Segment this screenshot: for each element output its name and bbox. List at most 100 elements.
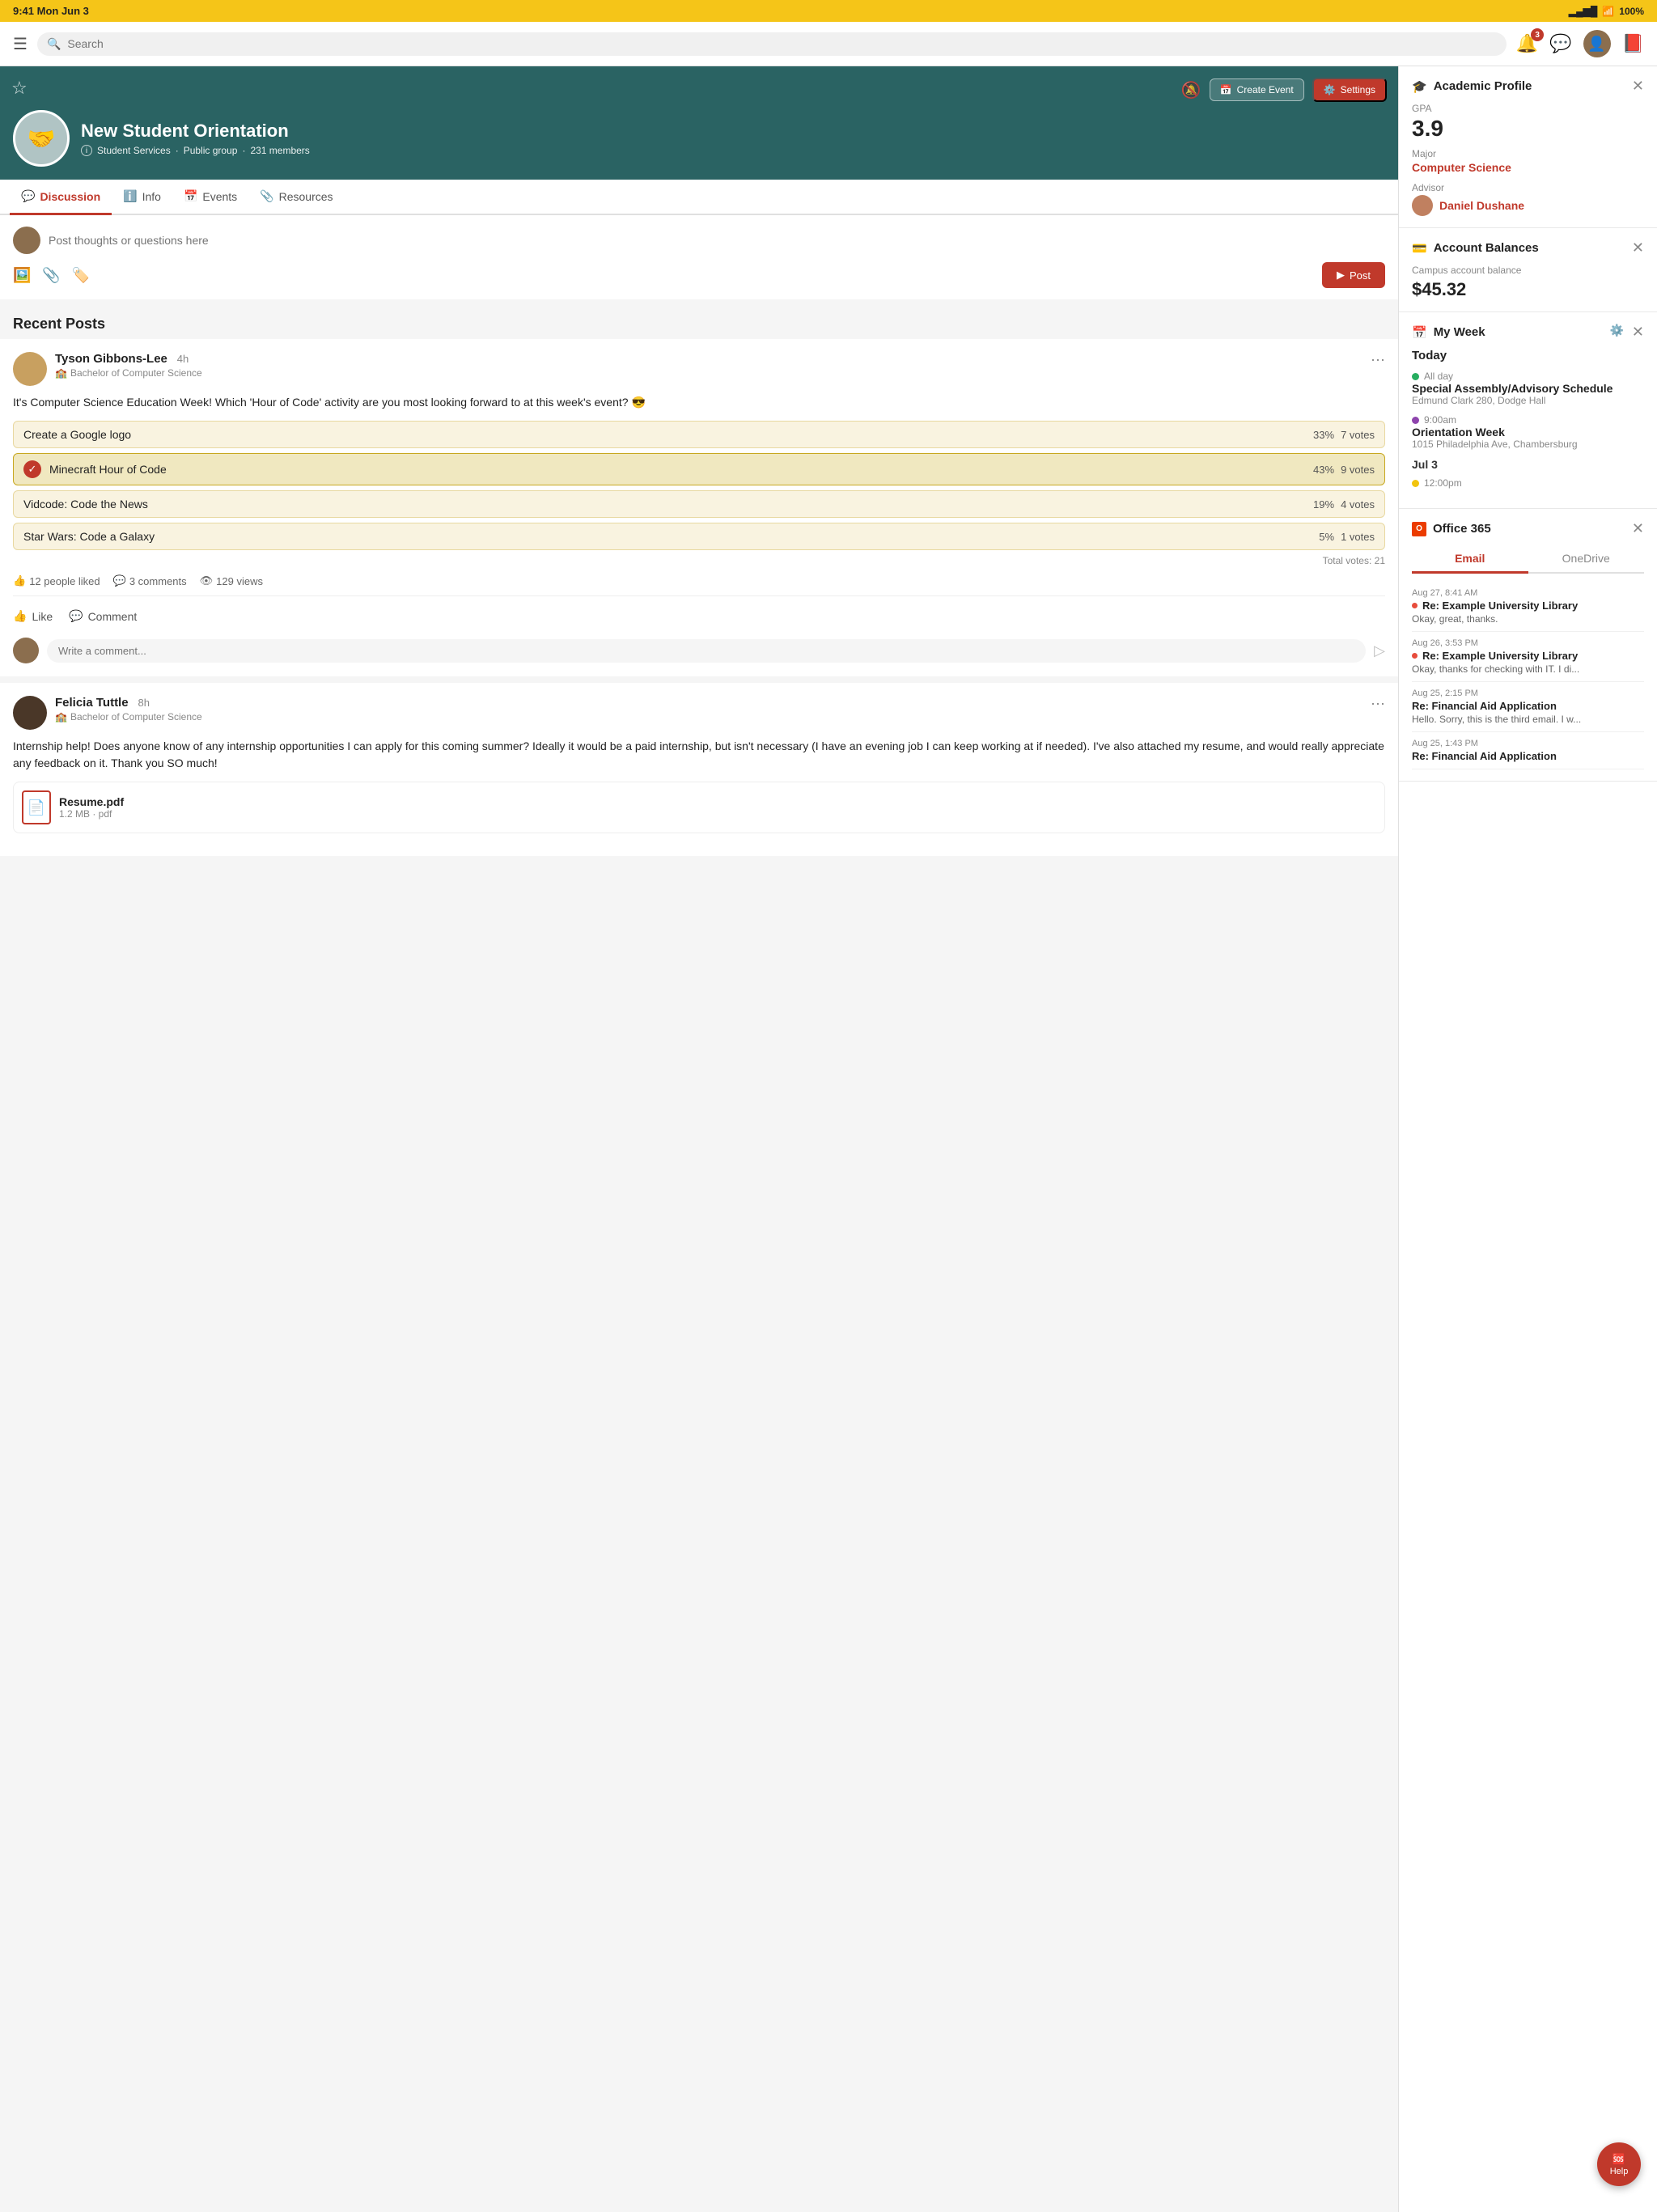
today-label: Today <box>1412 349 1644 362</box>
post-more-button[interactable]: ⋯ <box>1371 352 1385 369</box>
like-icon: 👍 <box>13 574 26 587</box>
poster-name: Felicia Tuttle <box>55 696 129 710</box>
poll-option[interactable]: Vidcode: Code the News 19% 4 votes <box>13 490 1385 518</box>
calendar-week-icon: 📅 <box>1412 325 1427 340</box>
like-button[interactable]: 👍 Like <box>13 609 53 623</box>
post-attachment[interactable]: 📄 Resume.pdf 1.2 MB · pdf <box>13 782 1385 833</box>
post-time: 8h <box>138 697 149 709</box>
favorite-icon[interactable]: ☆ <box>11 78 28 99</box>
widget-close-button[interactable]: ✕ <box>1632 78 1644 95</box>
event-time: All day <box>1412 371 1644 382</box>
post-actions-row: 🖼️ 📎 🏷️ ▶ Post <box>13 262 1385 288</box>
pdf-icon: 📄 <box>22 790 51 824</box>
status-time: 9:41 Mon Jun 3 <box>13 5 89 17</box>
widget-title: 🎓 Academic Profile <box>1412 79 1532 94</box>
email-date: Aug 25, 1:43 PM <box>1412 739 1644 748</box>
widget-close-button[interactable]: ✕ <box>1632 520 1644 537</box>
create-event-button[interactable]: 📅 Create Event <box>1210 78 1304 101</box>
notification-bell[interactable]: 🔔 3 <box>1516 33 1538 54</box>
group-title-block: New Student Orientation i Student Servic… <box>81 121 310 156</box>
send-icon: ▶ <box>1337 269 1345 282</box>
attachment-icon[interactable]: 📎 <box>42 267 60 284</box>
badge-icon: 🏫 <box>55 711 67 723</box>
post-input[interactable] <box>49 234 1385 247</box>
views-count: 👁 129 views <box>200 574 263 587</box>
tab-onedrive[interactable]: OneDrive <box>1528 545 1645 574</box>
poll-option[interactable]: Star Wars: Code a Galaxy 5% 1 votes <box>13 523 1385 550</box>
event-dot-purple <box>1412 417 1419 424</box>
week-settings-icon[interactable]: ⚙️ <box>1609 324 1623 341</box>
email-item[interactable]: Aug 25, 1:43 PM Re: Financial Aid Applic… <box>1412 732 1644 769</box>
comments-count: 💬 3 comments <box>113 574 187 587</box>
tab-events[interactable]: 📅 Events <box>172 180 248 215</box>
post-box: 🖼️ 📎 🏷️ ▶ Post <box>0 215 1398 299</box>
events-icon: 📅 <box>184 189 197 203</box>
email-preview: Okay, great, thanks. <box>1412 613 1644 625</box>
group-members: 231 members <box>250 145 309 156</box>
search-box[interactable]: 🔍 <box>37 32 1507 56</box>
file-name: Resume.pdf <box>59 795 124 808</box>
balance-value: $45.32 <box>1412 279 1644 300</box>
email-subject: Re: Example University Library <box>1412 650 1644 662</box>
tab-resources[interactable]: 📎 Resources <box>248 180 344 215</box>
event-location: Edmund Clark 280, Dodge Hall <box>1412 395 1644 406</box>
widget-title: O Office 365 <box>1412 522 1491 536</box>
wifi-icon: 📶 <box>1602 6 1614 17</box>
search-input[interactable] <box>67 37 1496 50</box>
hamburger-menu[interactable]: ☰ <box>13 34 28 54</box>
group-avatar: 🤝 <box>13 110 70 167</box>
academic-icon: 🎓 <box>1412 79 1427 94</box>
event-name: Orientation Week <box>1412 426 1644 439</box>
email-date: Aug 25, 2:15 PM <box>1412 689 1644 698</box>
group-tabs: 💬 Discussion ℹ️ Info 📅 Events 📎 Resource… <box>0 180 1398 215</box>
event-item: 12:00pm <box>1412 477 1644 489</box>
email-subject: Re: Financial Aid Application <box>1412 700 1644 712</box>
current-user-avatar <box>13 227 40 254</box>
chat-icon[interactable]: 💬 <box>1549 33 1571 54</box>
comment-input[interactable] <box>47 639 1366 663</box>
tab-email[interactable]: Email <box>1412 545 1528 574</box>
tab-discussion[interactable]: 💬 Discussion <box>10 180 112 215</box>
post-content: Internship help! Does anyone know of any… <box>13 738 1385 772</box>
balance-icon: 💳 <box>1412 241 1427 256</box>
post-author-avatar <box>13 696 47 730</box>
email-item[interactable]: Aug 25, 2:15 PM Re: Financial Aid Applic… <box>1412 682 1644 732</box>
post-header: Felicia Tuttle 8h 🏫 Bachelor of Computer… <box>13 696 1385 730</box>
email-item[interactable]: Aug 26, 3:53 PM Re: Example University L… <box>1412 632 1644 682</box>
notification-badge: 3 <box>1531 28 1544 41</box>
bookmarks-icon[interactable]: 📕 <box>1622 33 1644 54</box>
widget-title: 📅 My Week <box>1412 325 1485 340</box>
group-type: Public group <box>184 145 238 156</box>
post-more-button[interactable]: ⋯ <box>1371 696 1385 713</box>
widget-close-button[interactable]: ✕ <box>1632 324 1644 341</box>
balance-label: Campus account balance <box>1412 265 1644 276</box>
post-stats: 👍 12 people liked 💬 3 comments 👁 129 vie… <box>13 574 1385 596</box>
comment-button[interactable]: 💬 Comment <box>69 609 137 623</box>
post-input-row <box>13 227 1385 254</box>
event-name: Special Assembly/Advisory Schedule <box>1412 382 1644 395</box>
status-bar: 9:41 Mon Jun 3 ▂▄▆█ 📶 100% <box>0 0 1657 22</box>
poll-option-selected[interactable]: ✓ Minecraft Hour of Code 43% 9 votes <box>13 453 1385 485</box>
user-avatar[interactable]: 👤 <box>1583 30 1611 57</box>
date-separator: Jul 3 <box>1412 458 1644 471</box>
post-button[interactable]: ▶ Post <box>1322 262 1385 288</box>
mute-bell-icon[interactable]: 🔕 <box>1181 80 1201 100</box>
email-item[interactable]: Aug 27, 8:41 AM Re: Example University L… <box>1412 582 1644 632</box>
help-fab[interactable]: 🆘 Help <box>1597 2142 1641 2186</box>
advisor-label: Advisor <box>1412 182 1644 193</box>
widget-close-button[interactable]: ✕ <box>1632 239 1644 256</box>
settings-button[interactable]: ⚙️ Settings <box>1312 78 1387 102</box>
event-time: 9:00am <box>1412 414 1644 426</box>
widget-header: 📅 My Week ⚙️ ✕ <box>1412 324 1644 341</box>
poster-name: Tyson Gibbons-Lee <box>55 352 167 366</box>
poll-option[interactable]: Create a Google logo 33% 7 votes <box>13 421 1385 448</box>
tab-info[interactable]: ℹ️ Info <box>112 180 172 215</box>
event-dot-yellow <box>1412 480 1419 487</box>
post-content: It's Computer Science Education Week! Wh… <box>13 394 1385 411</box>
file-info: Resume.pdf 1.2 MB · pdf <box>59 795 124 820</box>
image-upload-icon[interactable]: 🖼️ <box>13 267 31 284</box>
tag-icon[interactable]: 🏷️ <box>72 267 90 284</box>
nav-icons: 🔔 3 💬 👤 📕 <box>1516 30 1644 57</box>
advisor-name[interactable]: Daniel Dushane <box>1439 199 1524 212</box>
comment-send-icon[interactable]: ▷ <box>1374 642 1385 659</box>
